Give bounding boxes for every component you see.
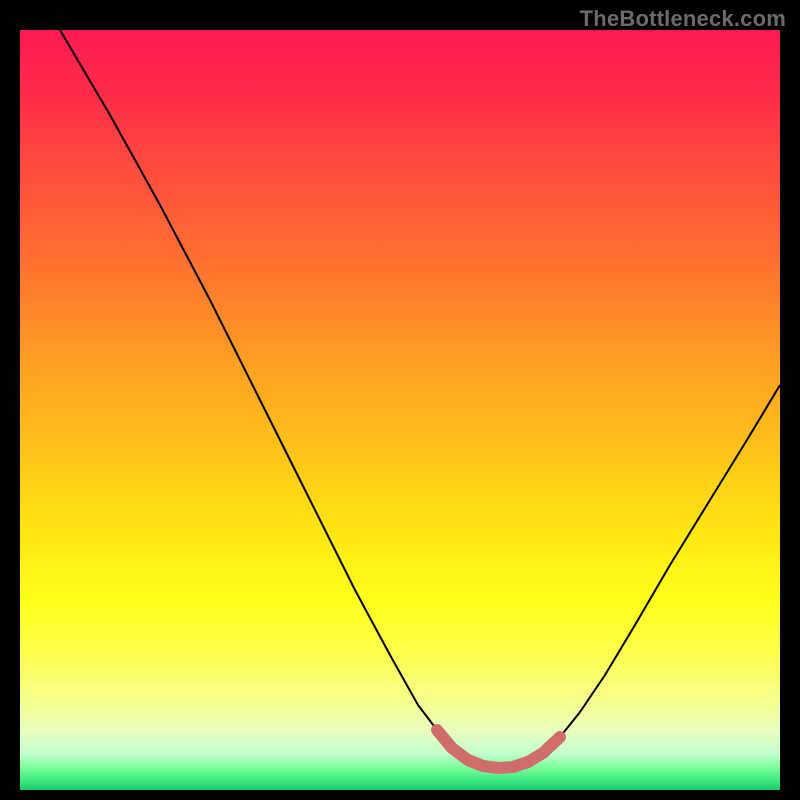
highlight-segment — [437, 730, 560, 768]
curve-svg — [20, 30, 780, 790]
main-curve — [60, 30, 780, 768]
plot-area — [20, 30, 780, 790]
chart-frame: TheBottleneck.com — [0, 0, 800, 800]
watermark-text: TheBottleneck.com — [580, 6, 786, 32]
